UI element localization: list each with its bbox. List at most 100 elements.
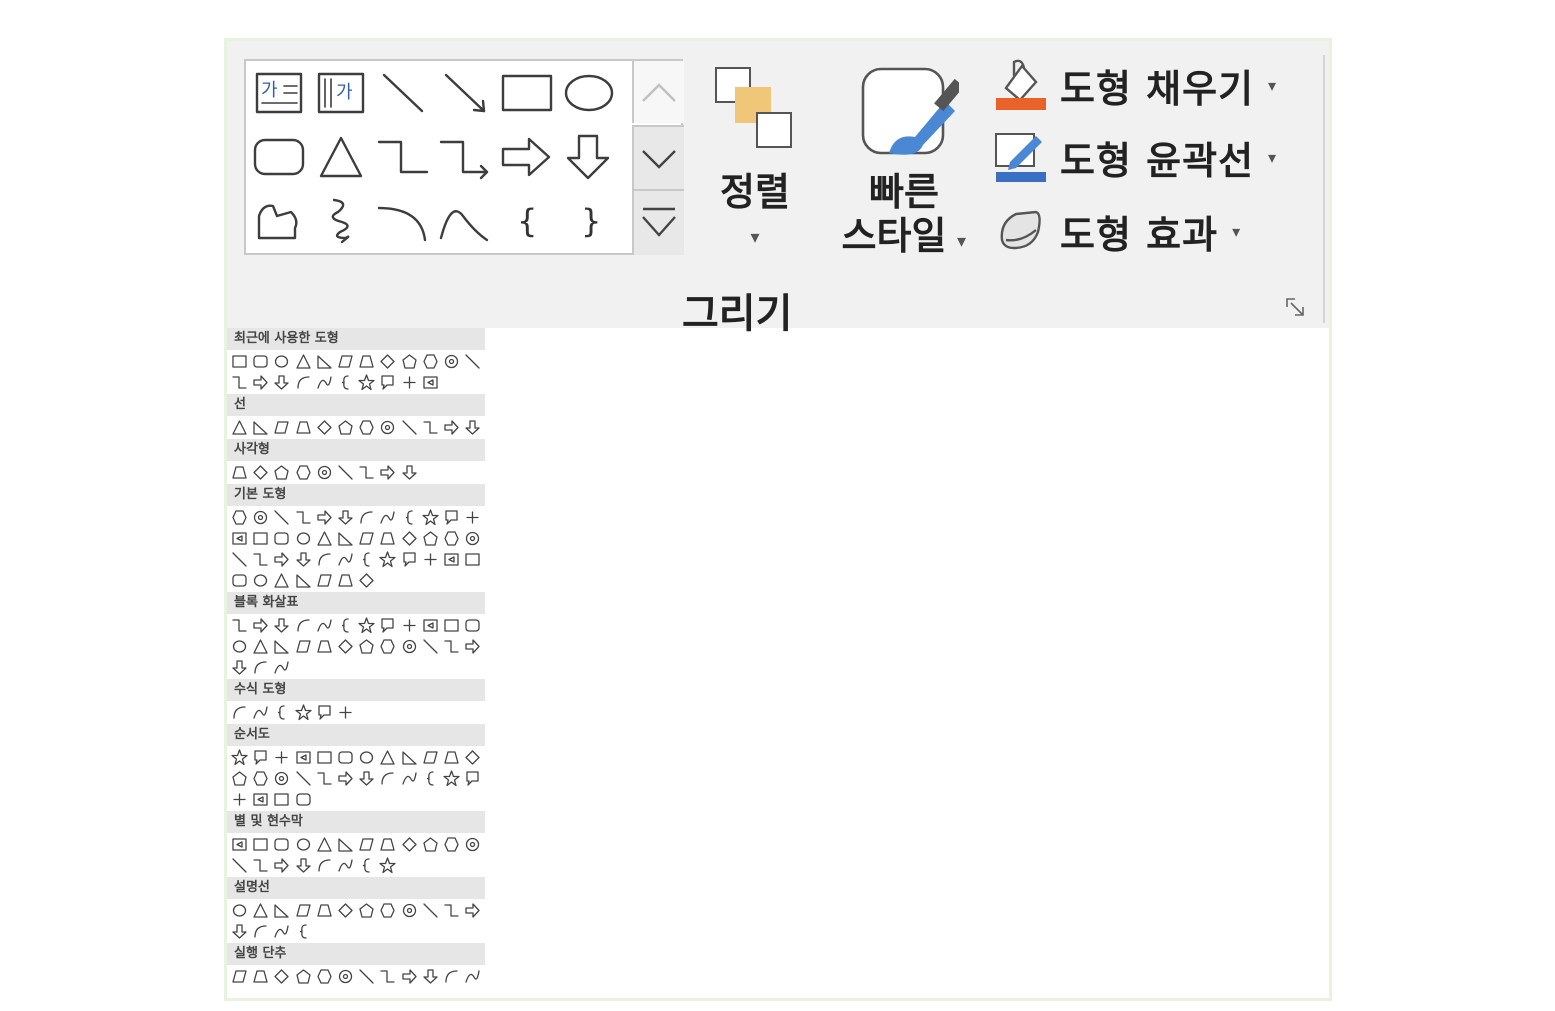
shape-option-icon[interactable]: [420, 615, 441, 636]
shape-option-icon[interactable]: [293, 636, 314, 657]
shape-option-icon[interactable]: [399, 636, 420, 657]
shape-option-icon[interactable]: [250, 900, 271, 921]
shape-option-icon[interactable]: [441, 417, 462, 438]
shape-option-icon[interactable]: [271, 657, 292, 678]
shape-option-icon[interactable]: [356, 747, 377, 768]
shape-option-icon[interactable]: [271, 615, 292, 636]
shape-option-icon[interactable]: [229, 372, 250, 393]
gallery-scroll-down-button[interactable]: [632, 125, 684, 189]
shape-option-icon[interactable]: [441, 747, 462, 768]
shape-option-icon[interactable]: [356, 855, 377, 876]
freeform-shape-icon[interactable]: [248, 189, 310, 253]
shape-option-icon[interactable]: [314, 570, 335, 591]
shape-option-icon[interactable]: [271, 417, 292, 438]
shape-option-icon[interactable]: [271, 702, 292, 723]
shape-fill-button[interactable]: 도형 채우기 ▾: [992, 57, 1276, 113]
shape-option-icon[interactable]: [271, 834, 292, 855]
shape-option-icon[interactable]: [229, 417, 250, 438]
shape-option-icon[interactable]: [399, 351, 420, 372]
shape-option-icon[interactable]: [356, 834, 377, 855]
shape-option-icon[interactable]: [356, 615, 377, 636]
shape-effects-button[interactable]: 도형 효과 ▾: [992, 203, 1240, 259]
shape-option-icon[interactable]: [356, 462, 377, 483]
shape-option-icon[interactable]: [250, 702, 271, 723]
right-arrow-icon[interactable]: [496, 125, 558, 189]
shape-option-icon[interactable]: [314, 702, 335, 723]
shape-option-icon[interactable]: [399, 768, 420, 789]
shape-option-icon[interactable]: [399, 615, 420, 636]
shape-option-icon[interactable]: [377, 966, 398, 987]
shape-option-icon[interactable]: [293, 834, 314, 855]
rounded-rectangle-icon[interactable]: [248, 125, 310, 189]
shape-option-icon[interactable]: [293, 768, 314, 789]
shape-option-icon[interactable]: [314, 351, 335, 372]
shape-option-icon[interactable]: [250, 351, 271, 372]
shape-option-icon[interactable]: [420, 528, 441, 549]
shape-option-icon[interactable]: [314, 528, 335, 549]
curve-icon[interactable]: [434, 189, 496, 253]
shape-option-icon[interactable]: [229, 855, 250, 876]
shape-option-icon[interactable]: [462, 507, 483, 528]
shape-option-icon[interactable]: [356, 636, 377, 657]
shape-option-icon[interactable]: [335, 528, 356, 549]
gallery-scroll-up-button[interactable]: [632, 61, 684, 123]
shape-option-icon[interactable]: [229, 747, 250, 768]
shape-option-icon[interactable]: [229, 768, 250, 789]
shape-option-icon[interactable]: [441, 615, 462, 636]
shape-option-icon[interactable]: [229, 921, 250, 942]
shape-option-icon[interactable]: [250, 921, 271, 942]
shape-option-icon[interactable]: [399, 417, 420, 438]
scribble-icon[interactable]: [310, 189, 372, 253]
shape-option-icon[interactable]: [420, 351, 441, 372]
shape-option-icon[interactable]: [377, 462, 398, 483]
shape-option-icon[interactable]: [250, 615, 271, 636]
shape-option-icon[interactable]: [229, 462, 250, 483]
shape-option-icon[interactable]: [335, 549, 356, 570]
shape-option-icon[interactable]: [229, 900, 250, 921]
shape-option-icon[interactable]: [420, 372, 441, 393]
shape-option-icon[interactable]: [229, 351, 250, 372]
shape-option-icon[interactable]: [250, 570, 271, 591]
shape-option-icon[interactable]: [420, 417, 441, 438]
down-arrow-icon[interactable]: [558, 125, 620, 189]
shape-option-icon[interactable]: [377, 507, 398, 528]
shape-option-icon[interactable]: [229, 615, 250, 636]
shape-option-icon[interactable]: [335, 702, 356, 723]
shape-option-icon[interactable]: [314, 855, 335, 876]
shape-option-icon[interactable]: [271, 507, 292, 528]
shape-option-icon[interactable]: [271, 855, 292, 876]
shape-option-icon[interactable]: [420, 747, 441, 768]
shape-option-icon[interactable]: [399, 966, 420, 987]
shape-option-icon[interactable]: [399, 462, 420, 483]
shape-option-icon[interactable]: [293, 462, 314, 483]
shape-option-icon[interactable]: [229, 570, 250, 591]
shape-option-icon[interactable]: [314, 372, 335, 393]
shape-option-icon[interactable]: [250, 966, 271, 987]
elbow-arrow-connector-icon[interactable]: [434, 125, 496, 189]
shape-option-icon[interactable]: [250, 372, 271, 393]
shape-option-icon[interactable]: [356, 351, 377, 372]
shape-option-icon[interactable]: [441, 834, 462, 855]
shape-option-icon[interactable]: [377, 855, 398, 876]
shape-option-icon[interactable]: [441, 549, 462, 570]
shape-option-icon[interactable]: [462, 549, 483, 570]
shape-option-icon[interactable]: [335, 966, 356, 987]
shape-option-icon[interactable]: [420, 636, 441, 657]
right-brace-icon[interactable]: }: [558, 189, 620, 253]
shape-option-icon[interactable]: [377, 834, 398, 855]
shape-option-icon[interactable]: [293, 351, 314, 372]
shape-option-icon[interactable]: [441, 507, 462, 528]
shape-option-icon[interactable]: [335, 615, 356, 636]
shape-option-icon[interactable]: [420, 768, 441, 789]
shape-option-icon[interactable]: [335, 747, 356, 768]
shape-option-icon[interactable]: [250, 768, 271, 789]
shape-option-icon[interactable]: [293, 921, 314, 942]
elbow-connector-icon[interactable]: [372, 125, 434, 189]
shape-option-icon[interactable]: [271, 351, 292, 372]
shape-option-icon[interactable]: [271, 462, 292, 483]
shape-option-icon[interactable]: [356, 570, 377, 591]
shape-option-icon[interactable]: [335, 570, 356, 591]
shape-option-icon[interactable]: [229, 966, 250, 987]
shape-option-icon[interactable]: [399, 372, 420, 393]
shape-option-icon[interactable]: [335, 768, 356, 789]
